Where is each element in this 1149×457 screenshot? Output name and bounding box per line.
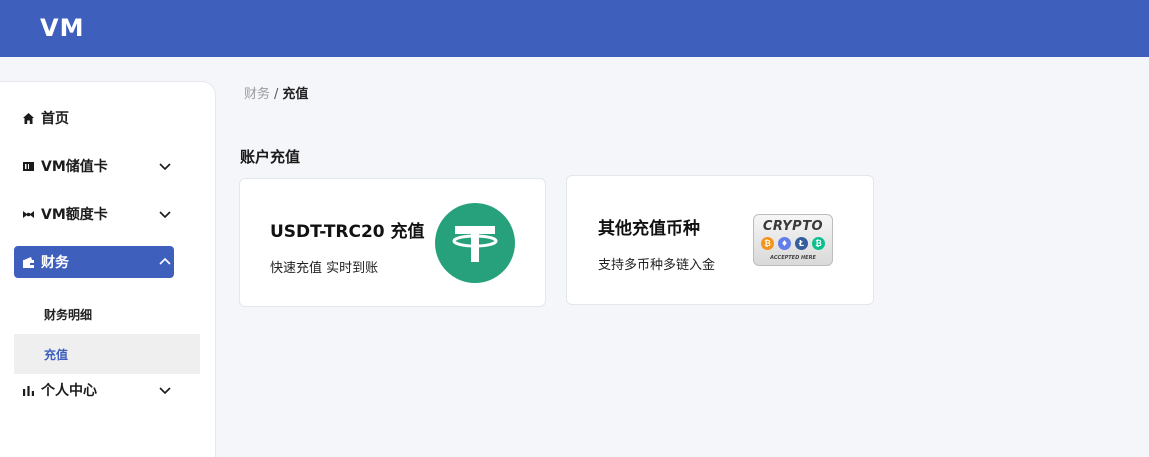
sidebar-subitem-label: 财务明细 [44,307,93,322]
sidebar-item-vm-stored-card[interactable]: VM储值卡 [14,150,174,182]
card-title: USDT-TRC20 充值 [270,222,425,242]
sidebar-item-label: VM额度卡 [41,207,108,223]
tether-icon [435,203,515,283]
sidebar-subitem-finance-details[interactable]: 财务明细 [14,294,200,334]
top-header: VM [0,0,1149,57]
other-currency-recharge-card[interactable]: 其他充值币种 支持多币种多链入金 CRYPTO ₿ ♦ Ł ₿ ACCEPTED… [566,175,874,305]
home-icon [20,110,36,126]
chevron-down-icon [159,211,171,219]
sidebar-subitem-recharge[interactable]: 充值 [14,334,200,374]
card-icon [20,158,36,174]
sidebar-item-finance[interactable]: 财务 [14,246,174,278]
crypto-badge-caption: ACCEPTED HERE [770,255,816,261]
sidebar-item-label: 首页 [41,111,69,127]
wallet-icon [20,254,36,270]
ethereum-icon: ♦ [778,237,791,250]
sidebar-item-personal-center[interactable]: 个人中心 [14,374,174,406]
chevron-down-icon [159,387,171,395]
breadcrumb-separator: / [274,87,279,102]
sidebar-item-label: 财务 [41,255,69,271]
chevron-down-icon [159,163,171,171]
logo[interactable]: VM [40,14,84,42]
sidebar-item-vm-quota-card[interactable]: VM额度卡 [14,198,174,230]
bitcoin-cash-icon: ₿ [812,237,825,250]
sidebar-item-label: VM储值卡 [41,159,108,175]
litecoin-icon: Ł [795,237,808,250]
breadcrumb-parent[interactable]: 财务 [244,87,270,102]
bar-chart-icon [20,382,36,398]
sidebar-item-label: 个人中心 [41,383,97,399]
breadcrumb: 财务 / 充值 [244,83,308,102]
usdt-recharge-card[interactable]: USDT-TRC20 充值 快速充值 实时到账 [239,178,546,307]
card-description: 支持多币种多链入金 [598,258,716,273]
section-title: 账户充值 [240,148,301,166]
card-title: 其他充值币种 [598,219,700,239]
card-description: 快速充值 实时到账 [270,261,379,276]
sidebar-subitem-label: 充值 [44,347,69,362]
sidebar-item-home[interactable]: 首页 [14,102,174,134]
chevron-up-icon [159,257,171,265]
tie-icon [20,206,36,222]
crypto-badge-icon: CRYPTO ₿ ♦ Ł ₿ ACCEPTED HERE [753,214,833,266]
breadcrumb-current: 充值 [282,87,309,102]
crypto-badge-text: CRYPTO [762,219,824,234]
bitcoin-icon: ₿ [761,237,774,250]
